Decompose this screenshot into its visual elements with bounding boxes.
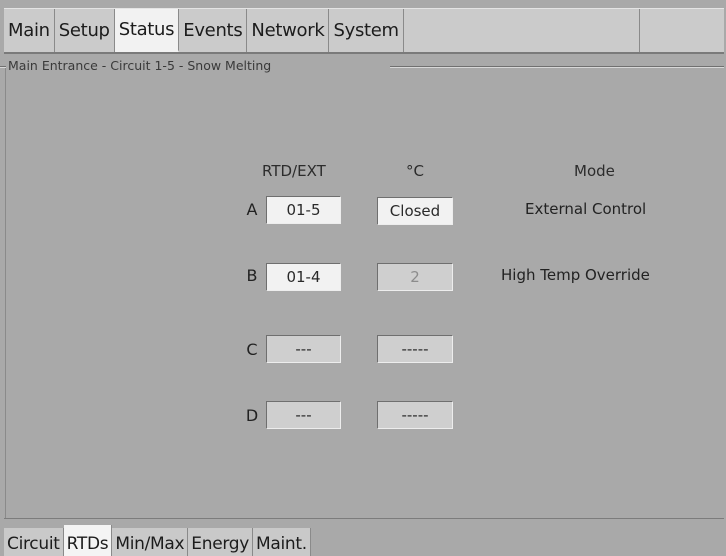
tab-maint[interactable]: Maint.	[253, 528, 311, 556]
content-bottom-border	[4, 518, 724, 519]
rtd-field-a[interactable]: 01-5	[266, 196, 341, 224]
mode-value-b: High Temp Override	[501, 266, 650, 284]
tab-circuit[interactable]: Circuit	[4, 528, 64, 556]
mode-column-header: Mode	[574, 162, 615, 180]
tab-bar-right-area	[640, 9, 724, 52]
row-label-a: A	[246, 200, 258, 219]
rtd-field-b[interactable]: 01-4	[266, 263, 341, 291]
tab-energy[interactable]: Energy	[188, 528, 254, 556]
tab-main[interactable]: Main	[4, 9, 55, 52]
rtd-field-c[interactable]: ---	[266, 335, 341, 363]
status-screen: Main Setup Status Events Network System …	[0, 0, 726, 556]
top-tab-bar: Main Setup Status Events Network System	[4, 8, 724, 54]
row-label-d: D	[245, 406, 259, 425]
tab-system[interactable]: System	[329, 9, 404, 52]
tab-min-max[interactable]: Min/Max	[112, 528, 189, 556]
bottom-tab-bar: Circuit RTDs Min/Max Energy Maint.	[4, 525, 311, 556]
rtd-column-header: RTD/EXT	[262, 162, 326, 180]
tab-rtds[interactable]: RTDs	[63, 525, 113, 556]
temp-field-b[interactable]: 2	[377, 263, 453, 291]
temp-field-a[interactable]: Closed	[377, 197, 453, 225]
temp-field-c[interactable]: -----	[377, 335, 453, 363]
group-border-side	[5, 68, 6, 518]
mode-value-a: External Control	[525, 200, 647, 218]
row-label-b: B	[246, 266, 258, 285]
group-title: Main Entrance - Circuit 1-5 - Snow Melti…	[8, 58, 272, 73]
tab-network[interactable]: Network	[247, 9, 330, 52]
temp-column-header: °C	[406, 162, 424, 180]
tab-events[interactable]: Events	[179, 9, 248, 52]
row-label-c: C	[246, 340, 258, 359]
tab-bar-empty-area	[403, 9, 640, 52]
temp-field-d[interactable]: -----	[377, 401, 453, 429]
tab-status[interactable]: Status	[114, 9, 180, 52]
rtd-field-d[interactable]: ---	[266, 401, 341, 429]
group-border-right	[390, 66, 724, 68]
tab-setup[interactable]: Setup	[54, 9, 115, 52]
